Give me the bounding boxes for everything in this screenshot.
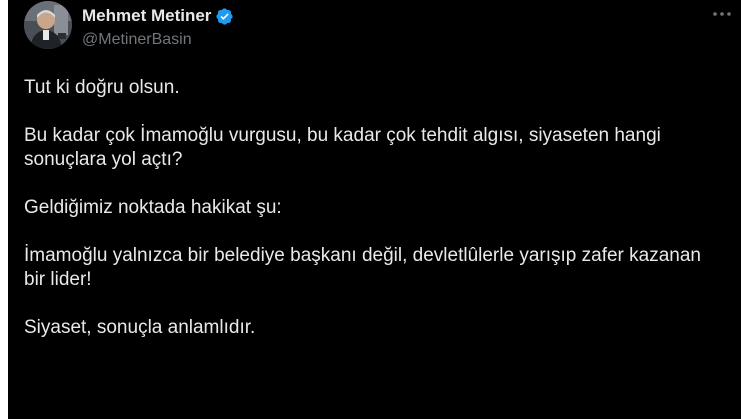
avatar-image: [24, 1, 72, 49]
author-handle[interactable]: @MetinerBasin: [82, 31, 192, 49]
tweet-paragraph: Siyaset, sonuçla anlamlıdır.: [24, 317, 256, 338]
tweet-paragraph: Bu kadar çok İmamoğlu vurgusu, bu kadar …: [24, 125, 661, 170]
screenshot-frame: Mehmet Metiner @MetinerBasin Tut ki doğr…: [0, 0, 741, 419]
tweet-text: Tut ki doğru olsun. Bu kadar çok İmamoğl…: [24, 76, 724, 340]
author-display-name[interactable]: Mehmet Metiner: [82, 6, 211, 26]
more-options-icon[interactable]: [711, 6, 733, 22]
author-name-row: Mehmet Metiner: [82, 5, 234, 27]
tweet-paragraph: Geldiğimiz noktada hakikat şu:: [24, 197, 282, 218]
tweet-card: Mehmet Metiner @MetinerBasin Tut ki doğr…: [8, 0, 741, 419]
avatar[interactable]: [24, 1, 72, 49]
tweet-paragraph: Tut ki doğru olsun.: [24, 77, 180, 98]
tweet-paragraph: İmamoğlu yalnızca bir belediye başkanı d…: [24, 245, 701, 290]
verified-badge-icon: [215, 7, 234, 26]
